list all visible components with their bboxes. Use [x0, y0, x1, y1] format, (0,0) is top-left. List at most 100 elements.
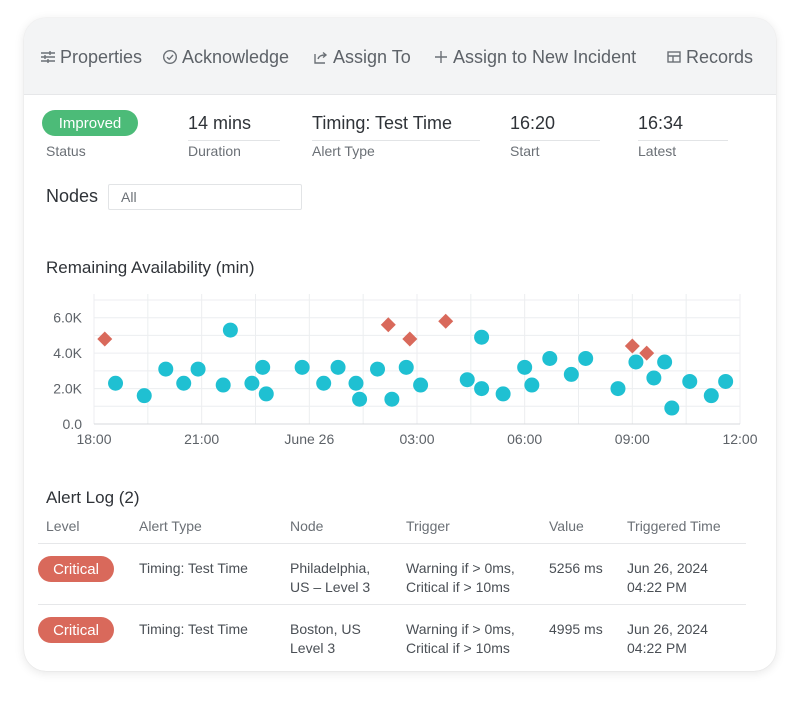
- availability-point: [258, 386, 274, 402]
- availability-point: [459, 372, 475, 388]
- table-row-divider: [38, 604, 746, 605]
- availability-point: [176, 375, 192, 391]
- col-header-alert-type: Alert Type: [139, 518, 202, 534]
- y-tick-label: 2.0K: [53, 381, 82, 397]
- share-arrow-icon: [313, 49, 329, 65]
- row-time-line2: 04:22 PM: [627, 579, 687, 595]
- x-tick-label: 03:00: [399, 431, 434, 447]
- col-header-value: Value: [549, 518, 584, 534]
- records-label: Records: [686, 46, 754, 67]
- y-tick-label: 6.0K: [53, 310, 82, 326]
- availability-point: [316, 375, 332, 391]
- availability-point: [646, 370, 662, 386]
- critical-badge: Critical: [38, 617, 114, 643]
- availability-point: [474, 329, 490, 345]
- x-tick-label: 12:00: [722, 431, 757, 447]
- assign-new-incident-label: Assign to New Incident: [453, 46, 637, 67]
- row-node-line2: Level 3: [290, 640, 336, 656]
- row-time-line1: Jun 26, 2024: [627, 621, 708, 637]
- availability-point: [398, 359, 414, 375]
- availability-point: [255, 359, 271, 375]
- alert-log-title: Alert Log (2): [46, 488, 140, 507]
- alert-type-label: Alert Type: [312, 143, 375, 159]
- x-tick-label: 09:00: [615, 431, 650, 447]
- availability-point: [384, 391, 400, 407]
- availability-point: [542, 350, 558, 366]
- availability-point: [222, 322, 238, 338]
- availability-point: [348, 375, 364, 391]
- row-time-line1: Jun 26, 2024: [627, 560, 708, 576]
- chart-title: Remaining Availability (min): [46, 258, 255, 277]
- nodes-selected-value: All: [121, 189, 137, 205]
- availability-point: [578, 350, 594, 366]
- availability-point: [524, 377, 540, 393]
- row-node-line1: Boston, US: [290, 621, 361, 637]
- check-circle-icon: [162, 49, 178, 65]
- critical-point: [438, 313, 454, 329]
- critical-point: [624, 338, 640, 354]
- alert-type-value: Timing: Test Time: [312, 113, 480, 141]
- status-badge: Improved: [42, 110, 138, 136]
- assign-new-incident-button[interactable]: Assign to New Incident: [433, 45, 636, 69]
- col-header-node: Node: [290, 518, 324, 534]
- row-value: 5256 ms: [549, 560, 603, 576]
- availability-point: [215, 377, 231, 393]
- col-header-triggered-time: Triggered Time: [627, 518, 721, 534]
- availability-point: [136, 388, 152, 404]
- availability-chart: 0.0 2.0K 4.0K 6.0K 18:00 21:00 June 26 03:00 06:…: [53, 294, 758, 447]
- records-button[interactable]: Records: [666, 45, 753, 69]
- availability-point: [294, 359, 310, 375]
- availability-point: [657, 354, 673, 370]
- row-trigger-line2: Critical if > 10ms: [406, 579, 510, 595]
- availability-point: [108, 375, 124, 391]
- assign-to-label: Assign To: [333, 46, 411, 67]
- y-tick-label: 0.0: [63, 416, 83, 432]
- critical-badge: Critical: [38, 556, 114, 582]
- nodes-label: Nodes: [46, 186, 99, 206]
- x-tick-label: 06:00: [507, 431, 542, 447]
- critical-point: [97, 331, 113, 347]
- availability-point: [682, 373, 698, 389]
- duration-value: 14 mins: [188, 113, 280, 141]
- row-time-line2: 04:22 PM: [627, 640, 687, 656]
- availability-point: [244, 375, 260, 391]
- availability-point: [664, 400, 680, 416]
- availability-point: [610, 381, 626, 397]
- critical-point: [402, 331, 418, 347]
- sliders-icon: [40, 49, 56, 65]
- availability-point: [474, 381, 490, 397]
- x-tick-label: 21:00: [184, 431, 219, 447]
- status-label: Status: [46, 143, 86, 159]
- nodes-select[interactable]: All: [108, 184, 302, 210]
- assign-to-button[interactable]: Assign To: [313, 45, 411, 69]
- y-tick-label: 4.0K: [53, 345, 82, 361]
- x-tick-label: 18:00: [76, 431, 111, 447]
- latest-label: Latest: [638, 143, 677, 159]
- availability-point: [718, 373, 734, 389]
- properties-button[interactable]: Properties: [40, 45, 142, 69]
- row-alert-type: Timing: Test Time: [139, 621, 248, 637]
- row-alert-type: Timing: Test Time: [139, 560, 248, 576]
- row-trigger-line1: Warning if > 0ms,: [406, 560, 515, 576]
- availability-point: [703, 388, 719, 404]
- latest-value: 16:34: [638, 113, 728, 141]
- start-label: Start: [510, 143, 540, 159]
- properties-label: Properties: [60, 46, 143, 67]
- availability-point: [563, 366, 579, 382]
- duration-label: Duration: [188, 143, 241, 159]
- col-header-trigger: Trigger: [406, 518, 450, 534]
- availability-point: [370, 361, 386, 377]
- row-node-line2: US – Level 3: [290, 579, 371, 595]
- toolbar: Properties Acknowledge Assign To Assign …: [24, 18, 776, 95]
- acknowledge-label: Acknowledge: [182, 46, 290, 67]
- table-icon: [666, 49, 682, 65]
- availability-point: [517, 359, 533, 375]
- x-tick-label: June 26: [284, 431, 334, 447]
- availability-point: [413, 377, 429, 393]
- availability-point: [495, 386, 511, 402]
- availability-point: [190, 361, 206, 377]
- acknowledge-button[interactable]: Acknowledge: [162, 45, 289, 69]
- row-trigger-line2: Critical if > 10ms: [406, 640, 510, 656]
- start-value: 16:20: [510, 113, 600, 141]
- row-value: 4995 ms: [549, 621, 603, 637]
